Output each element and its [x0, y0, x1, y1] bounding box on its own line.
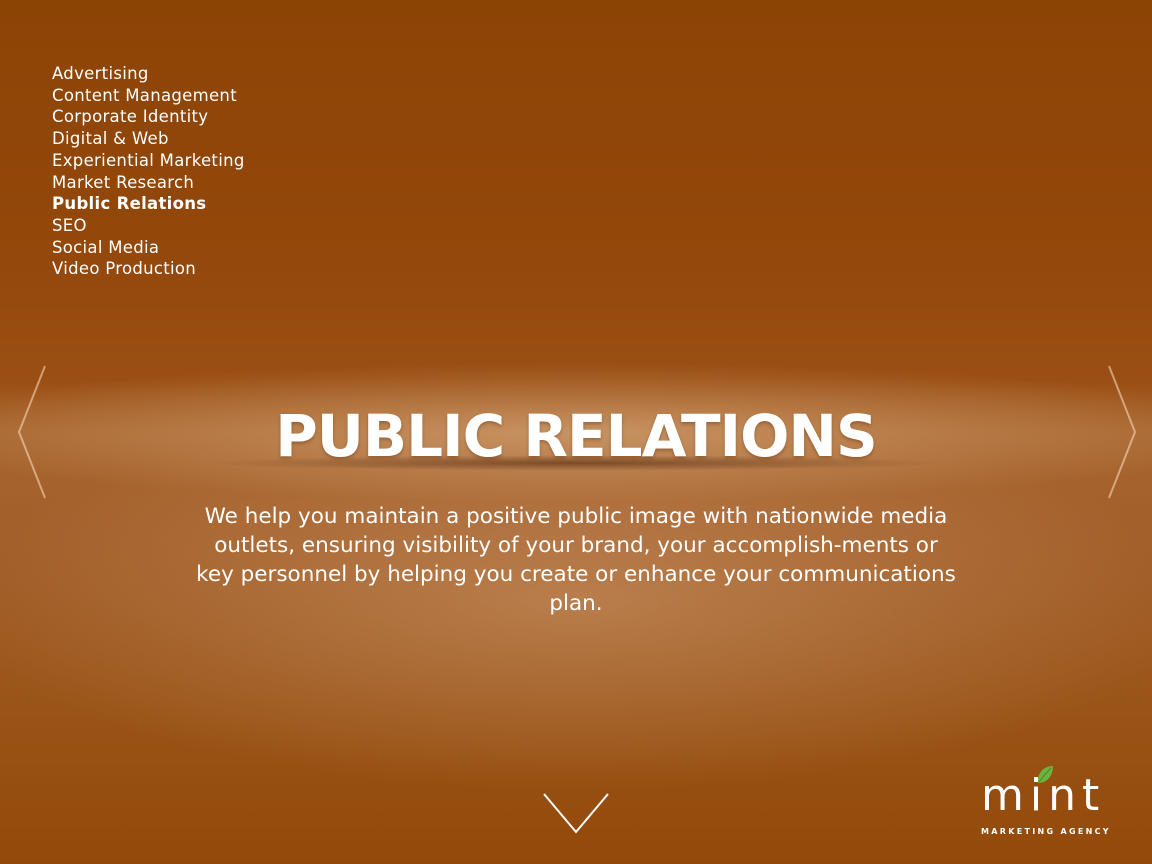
- nav-item-experiential-marketing[interactable]: Experiential Marketing: [52, 150, 245, 172]
- nav-item-corporate-identity[interactable]: Corporate Identity: [52, 106, 245, 128]
- page-title: PUBLIC RELATIONS: [275, 402, 878, 470]
- chevron-down-icon: [543, 793, 609, 834]
- nav-item-market-research[interactable]: Market Research: [52, 172, 245, 194]
- logo-tagline: MARKETING AGENCY: [981, 827, 1111, 836]
- nav-item-digital-web[interactable]: Digital & Web: [52, 128, 245, 150]
- nav-item-social-media[interactable]: Social Media: [52, 237, 245, 259]
- scroll-down-button[interactable]: [541, 790, 611, 840]
- page-description: We help you maintain a positive public i…: [196, 504, 956, 616]
- nav-item-seo[interactable]: SEO: [52, 215, 245, 237]
- leaf-icon: [1037, 766, 1053, 783]
- nav-item-video-production[interactable]: Video Production: [52, 258, 245, 280]
- service-nav: Advertising Content Management Corporate…: [52, 63, 245, 280]
- nav-item-content-management[interactable]: Content Management: [52, 85, 245, 107]
- mint-logo[interactable]: mint MARKETING AGENCY: [975, 764, 1125, 838]
- nav-item-public-relations[interactable]: Public Relations: [52, 193, 245, 215]
- slide-stage: Advertising Content Management Corporate…: [0, 0, 1152, 864]
- nav-item-advertising[interactable]: Advertising: [52, 63, 245, 85]
